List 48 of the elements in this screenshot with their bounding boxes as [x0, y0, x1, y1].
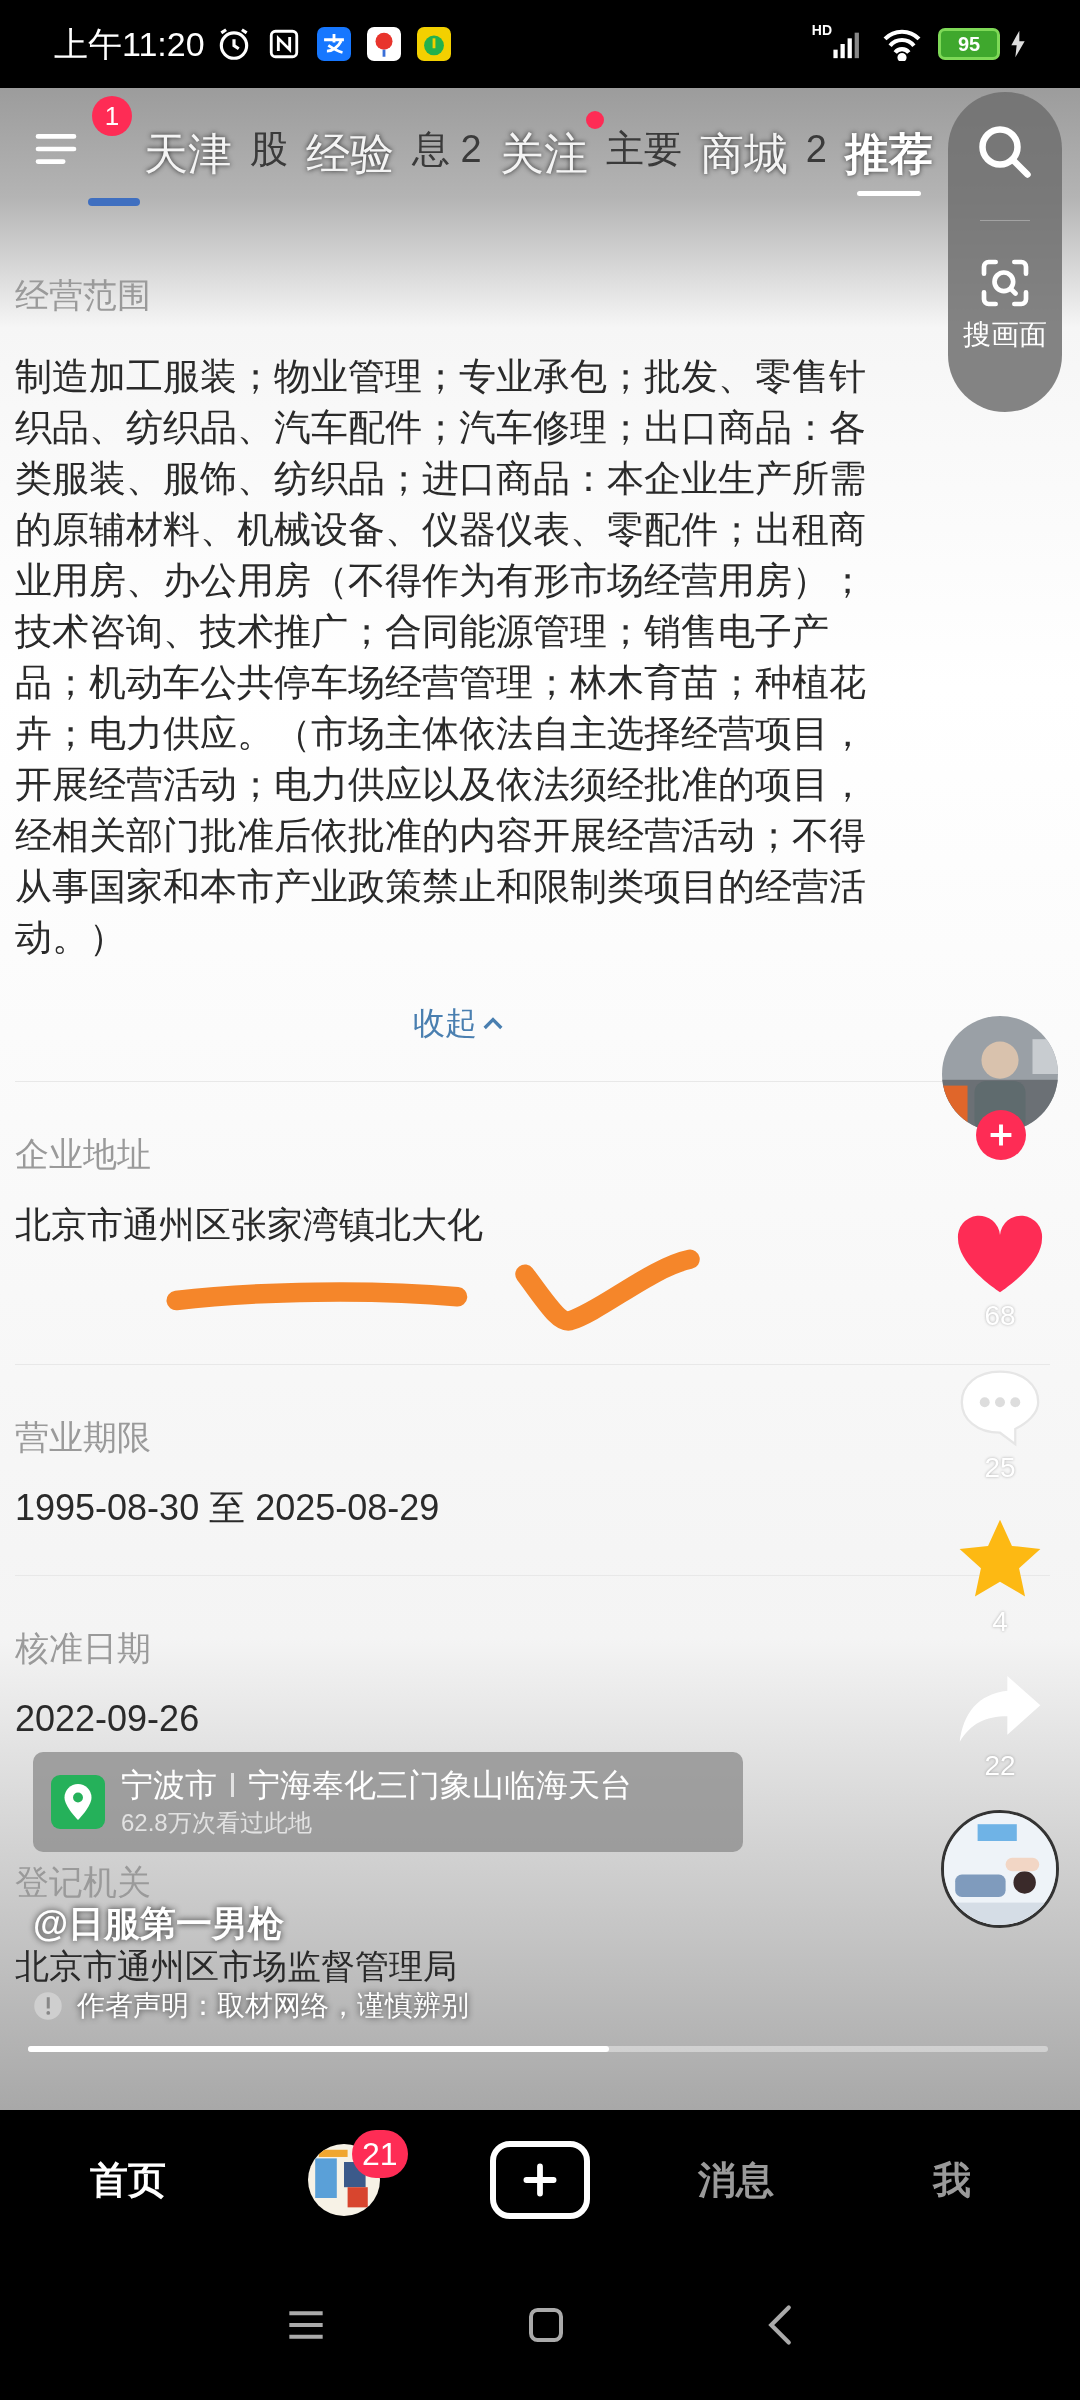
field-label: 企业地址	[15, 1134, 152, 1175]
nav-tab[interactable]: 我	[882, 2151, 1022, 2209]
notification-badge: 1	[92, 96, 132, 136]
plus-icon	[988, 1122, 1014, 1148]
location-card[interactable]: 宁波市 宁海奉化三门象山临海天台 62.8万次看过此地	[33, 1752, 743, 1852]
progress-track[interactable]	[28, 2046, 1048, 2052]
charging-icon	[1010, 30, 1026, 58]
location-views: 62.8万次看过此地	[121, 1808, 313, 1838]
collapse-link[interactable]: 收起	[412, 999, 503, 1047]
back-icon[interactable]	[766, 2304, 794, 2346]
location-areas: 宁海奉化三门象山临海天台	[248, 1764, 632, 1806]
field-label: 核准日期	[15, 1628, 152, 1669]
home-icon[interactable]	[526, 2305, 566, 2345]
map-app-icon	[366, 27, 401, 61]
app-icon	[316, 27, 351, 61]
field-label: 经营范围	[15, 275, 152, 316]
feed-tab[interactable]: 经验	[306, 102, 394, 196]
plus-icon	[523, 2163, 557, 2197]
info-icon	[33, 1991, 63, 2021]
feed-tab[interactable]: 商城	[699, 102, 788, 196]
battery-level: 95	[957, 34, 981, 54]
video-tab-fragment: 主要	[605, 127, 682, 172]
feed-tab[interactable]: 关注	[499, 102, 588, 196]
video-tab-fragment: 股	[250, 127, 288, 172]
field-label: 营业期限	[15, 1417, 152, 1458]
network-label: HD	[811, 21, 832, 40]
field-value: 1995-08-30 至 2025-08-29	[15, 1486, 441, 1530]
field-value: 2022-09-26	[15, 1697, 201, 1741]
business-scope-text: 制造加工服装；物业管理；专业承包；批发、零售针织品、纺织品、汽车配件；汽车修理；出口商品：各类服装、服饰、纺织品；进口商品：本企业生产所需的原辅材料、机械设备、仪器仪表、零配件；出租商业用房、办公用房（不得作为有形市场经营用房）；技术咨询、技术推广；合同能源管理；销售电子产品；机动车公共停车场经营管理；林木育苗；种植花卉；电力供应。（市场主体依法自主选择经营项目，开展经营活动；电力供应以及依法须经批准的项目，经相关部门批准后依批准的内容开展经营活动；不得从事国家和本市产业政策禁止和限制类项目的经营活动。）	[15, 355, 867, 960]
field-value: 北京市通州区张家湾镇北大化	[15, 1203, 484, 1247]
nav-tab[interactable]: 消息	[666, 2151, 806, 2209]
chevron-icon	[482, 1016, 503, 1030]
status-time: 上午11:20	[54, 23, 205, 65]
author-name[interactable]: @日服第一男枪	[33, 1902, 900, 1946]
video-tab-fragment: 息 2	[412, 127, 482, 172]
follow-button[interactable]	[976, 1110, 1026, 1160]
feed-tab[interactable]: 天津	[144, 102, 232, 196]
feed-tab[interactable]: 推荐	[844, 102, 933, 196]
author-disclaimer: 作者声明：取材网络，谨慎辨别	[77, 1989, 469, 2023]
location-city: 宁波市	[121, 1766, 217, 1805]
field-value: 北京市通州区市场监督管理局	[15, 1946, 458, 1986]
unread-badge: 21	[352, 2130, 408, 2178]
video-tab-underline	[88, 198, 140, 206]
location-pin-icon	[51, 1775, 105, 1829]
nav-tab[interactable]: 首页	[58, 2151, 198, 2209]
image-search-button[interactable]: 搜画面	[963, 255, 1047, 355]
create-button[interactable]	[490, 2141, 590, 2219]
video-tab-fragment: 2	[805, 127, 827, 172]
